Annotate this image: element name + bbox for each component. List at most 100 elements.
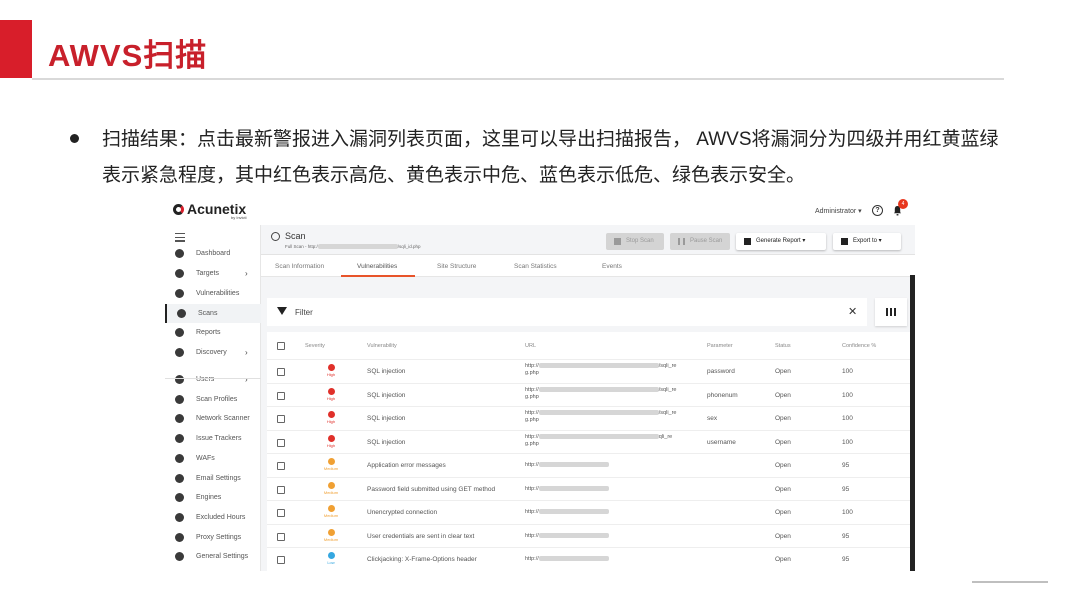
sidebar-item-issue-trackers[interactable]: Issue Trackers [165,429,261,448]
sidebar-item-discovery[interactable]: Discovery › [165,343,261,362]
row-checkbox[interactable] [277,509,285,517]
vulnerability-name[interactable]: SQL injection [367,415,405,422]
sidebar-item-vulnerabilities[interactable]: Vulnerabilities [165,284,261,303]
sidebar-item-network-scanner[interactable]: Network Scanner [165,409,261,428]
url-cell[interactable]: http:// [525,462,700,469]
tab-site-structure[interactable]: Site Structure [437,263,476,270]
scrollbar[interactable] [910,275,915,571]
table-row[interactable]: High SQL injection http:// qli_re g.php usern… [267,431,911,454]
header-vulnerability[interactable]: Vulnerability [367,343,397,349]
url-cell[interactable]: http:// [525,556,700,563]
vulnerability-name[interactable]: User credentials are sent in clear text [367,533,474,540]
url-cell[interactable]: http:// /sqli_re g.php [525,387,700,401]
select-all-checkbox[interactable] [277,342,285,350]
close-icon[interactable]: ✕ [848,305,857,318]
table-row[interactable]: Medium User credentials are sent in clear… [267,525,911,548]
table-row[interactable]: Medium Application error messages http:// O… [267,454,911,478]
url-cell[interactable]: http:// [525,509,700,516]
sidebar-item-label: Targets [196,270,219,277]
help-icon[interactable]: ? [872,205,883,216]
generate-report-button[interactable]: Generate Report ▾ [736,233,826,250]
url-scheme: http:// [525,509,539,515]
vulnerability-name[interactable]: Application error messages [367,462,446,469]
sidebar-item-proxy-settings[interactable]: Proxy Settings [165,528,261,547]
row-checkbox[interactable] [277,462,285,470]
vulnerability-name[interactable]: Unencrypted connection [367,509,437,516]
sidebar-item-label: Dashboard [196,250,231,257]
row-checkbox[interactable] [277,485,285,494]
sidebar-item-users[interactable]: Users › [165,370,261,389]
table-row[interactable]: Medium Unencrypted connection http:// Open 1… [267,501,911,525]
table-row[interactable]: Low Clickjacking: X-Frame-Options header h… [267,548,911,571]
vulnerability-name[interactable]: Clickjacking: X-Frame-Options header [367,556,477,563]
row-checkbox[interactable] [277,415,285,423]
filter-bar[interactable]: Filter ✕ [267,298,867,326]
tab-vulnerabilities[interactable]: Vulnerabilities [357,263,397,270]
hamburger-menu-icon[interactable] [175,233,185,244]
row-checkbox[interactable] [277,556,285,564]
sidebar-item-label: Email Settings [196,475,241,482]
sidebar-item-wafs[interactable]: WAFs [165,449,261,468]
severity-bug-icon [327,387,335,395]
user-menu[interactable]: Administrator ▾ [815,207,862,215]
sidebar-item-scans[interactable]: Scans [165,304,261,323]
scan-icon [177,309,186,318]
status-cell: Open [775,509,791,516]
sidebar-item-label: Scans [198,310,218,317]
cloud-icon [175,533,184,542]
url-scheme: http:// [525,386,539,393]
pause-scan-button[interactable]: Pause Scan [670,233,730,250]
url-cell[interactable]: http:// /sqli_re g.php [525,410,700,424]
header-url[interactable]: URL [525,343,536,349]
vulnerability-name[interactable]: SQL injection [367,392,405,399]
vulnerability-name[interactable]: SQL injection [367,439,405,446]
severity-badge: High [319,411,343,424]
tab-scan-statistics[interactable]: Scan Statistics [514,263,557,270]
table-row[interactable]: Medium Password field submitted using GET… [267,478,911,501]
table-row[interactable]: High SQL injection http:// /sqli_re g.php pas… [267,360,911,384]
row-checkbox[interactable] [277,391,285,400]
header-parameter[interactable]: Parameter [707,343,733,349]
redacted-host [538,386,659,392]
export-to-button[interactable]: Export to ▾ [833,233,901,250]
tab-events[interactable]: Events [602,263,622,270]
sidebar-item-label: Vulnerabilities [196,290,240,297]
chevron-right-icon[interactable]: › [245,269,248,278]
header-confidence[interactable]: Confidence % [842,343,876,349]
vulnerability-name[interactable]: Password field submitted using GET metho… [367,486,495,493]
sidebar-item-general-settings[interactable]: General Settings [165,547,261,566]
url-cell[interactable]: http:// qli_re g.php [525,434,700,448]
sidebar-item-scan-profiles[interactable]: Scan Profiles [165,390,261,409]
table-row[interactable]: High SQL injection http:// /sqli_re g.php pho… [267,384,911,407]
chevron-right-icon[interactable]: › [245,348,248,357]
columns-button[interactable] [875,298,907,326]
table-row[interactable]: High SQL injection http:// /sqli_re g.php sex… [267,407,911,431]
sidebar-item-reports[interactable]: Reports [165,323,261,342]
filter-label: Filter [295,308,313,317]
url-cell[interactable]: http:// [525,486,700,493]
row-checkbox[interactable] [277,532,285,541]
sidebar-item-dashboard[interactable]: Dashboard [165,244,261,263]
document-icon [744,238,751,245]
sidebar-item-label: Scan Profiles [196,396,238,403]
sidebar-item-engines[interactable]: Engines [165,488,261,507]
url-scheme: http:// [525,462,539,468]
row-checkbox[interactable] [277,368,285,376]
vulnerability-name[interactable]: SQL injection [367,368,405,375]
row-checkbox[interactable] [277,438,285,447]
report-icon [175,328,184,337]
url-cell[interactable]: http:// [525,533,700,540]
chevron-right-icon[interactable]: › [245,375,248,384]
severity-badge: Low [319,552,343,565]
severity-bug-icon [327,552,335,559]
severity-bug-icon [327,505,335,512]
header-severity[interactable]: Severity [305,343,325,349]
sidebar-item-excluded-hours[interactable]: Excluded Hours [165,508,261,527]
sidebar-item-targets[interactable]: Targets › [165,264,261,283]
tab-scan-information[interactable]: Scan Information [275,263,324,270]
pause-scan-label: Pause Scan [690,238,723,244]
url-cell[interactable]: http:// /sqli_re g.php [525,363,700,377]
sidebar-item-email-settings[interactable]: Email Settings [165,469,261,488]
stop-scan-button[interactable]: Stop Scan [606,233,664,250]
header-status[interactable]: Status [775,343,791,349]
